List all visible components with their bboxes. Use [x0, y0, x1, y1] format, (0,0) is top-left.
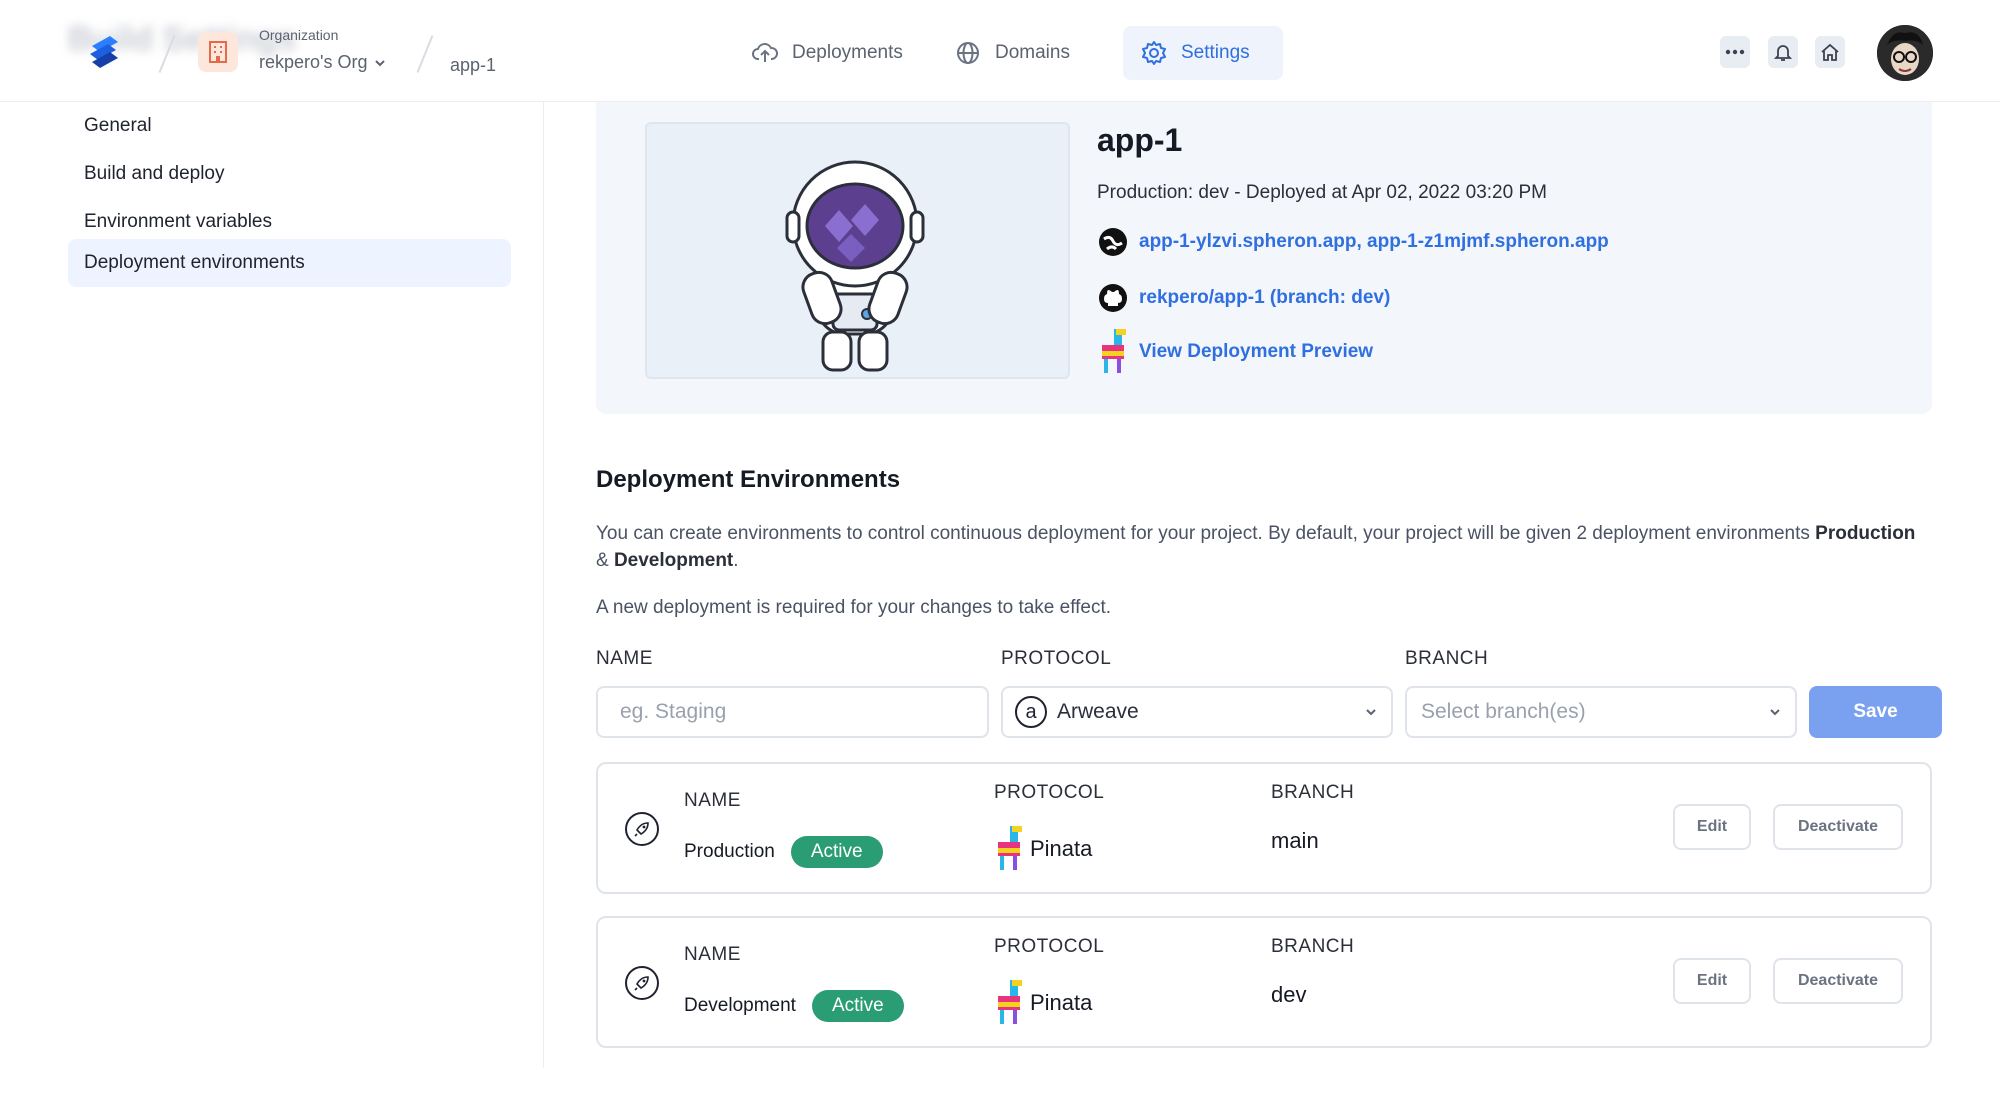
globe-icon — [957, 42, 979, 64]
env-protocol-header: PROTOCOL — [994, 782, 1105, 803]
environment-card-development: NAME Development Active PROTOCOL Pinata … — [596, 916, 1932, 1048]
pinata-llama-icon — [998, 980, 1022, 1024]
project-title: app-1 — [1097, 122, 1183, 158]
gear-icon — [1142, 41, 1166, 65]
ampersand: & — [596, 550, 614, 571]
env-branch: dev — [1271, 982, 1307, 1007]
protocol-select[interactable]: a Arweave — [1001, 686, 1393, 738]
rocket-icon — [625, 812, 659, 846]
deactivate-button[interactable]: Deactivate — [1773, 958, 1903, 1004]
edit-button[interactable]: Edit — [1673, 958, 1751, 1004]
tab-label: Deployments — [792, 42, 903, 63]
env-name: Production Active — [684, 836, 883, 868]
section-note: A new deployment is required for your ch… — [596, 597, 1112, 618]
org-caption: Organization — [259, 27, 339, 43]
tab-domains[interactable]: Domains — [937, 26, 1088, 80]
home-icon — [1821, 43, 1839, 61]
home-button[interactable] — [1815, 36, 1845, 68]
building-icon — [198, 32, 238, 72]
env-protocol-text: Pinata — [1030, 836, 1093, 861]
env-protocol: Pinata — [994, 980, 1092, 1026]
breadcrumb-separator — [416, 35, 434, 73]
notifications-button[interactable] — [1768, 36, 1798, 68]
tab-label: Settings — [1181, 42, 1250, 63]
chevron-down-icon — [1770, 709, 1780, 716]
env-protocol: Pinata — [994, 826, 1092, 872]
environment-card-production: NAME Production Active PROTOCOL Pinata B… — [596, 762, 1932, 894]
production-word: Production — [1815, 523, 1916, 544]
env-name-text: Production — [684, 841, 775, 862]
section-description: You can create environments to control c… — [596, 520, 1926, 574]
protocol-label: PROTOCOL — [1001, 648, 1112, 669]
top-bar: Build Settings Organization rekpero's Or… — [0, 0, 2000, 102]
env-branch-header: BRANCH — [1271, 782, 1355, 803]
spheron-logo-icon[interactable] — [84, 32, 124, 72]
description-text: You can create environments to control c… — [596, 523, 1816, 544]
user-avatar[interactable] — [1877, 25, 1933, 81]
branch-label: BRANCH — [1405, 648, 1489, 669]
pinata-llama-icon — [998, 826, 1022, 870]
avatar-image — [1877, 25, 1933, 81]
rocket-icon — [625, 966, 659, 1000]
env-name: Development Active — [684, 990, 904, 1022]
deployment-preview-link[interactable]: View Deployment Preview — [1097, 329, 1374, 373]
preview-text: View Deployment Preview — [1139, 341, 1374, 362]
domain-globe-icon — [1097, 226, 1129, 258]
org-switcher[interactable]: rekpero's Org — [259, 52, 387, 73]
tab-deployments[interactable]: Deployments — [734, 26, 921, 80]
branch-placeholder: Select branch(es) — [1421, 700, 1586, 723]
sidebar-item-build-and-deploy[interactable]: Build and deploy — [68, 150, 511, 198]
env-branch-header: BRANCH — [1271, 936, 1355, 957]
env-name-header: NAME — [684, 790, 741, 811]
project-overview-card: app-1 Production: dev - Deployed at Apr … — [596, 102, 1932, 414]
arweave-icon: a — [1015, 696, 1047, 728]
sidebar-item-general[interactable]: General — [68, 102, 511, 150]
status-badge: Active — [790, 836, 883, 868]
domains-text: app-1-ylzvi.spheron.app, app-1-z1mjmf.sp… — [1139, 231, 1609, 252]
chevron-down-icon — [1366, 709, 1376, 716]
edit-button[interactable]: Edit — [1673, 804, 1751, 850]
github-icon — [1097, 282, 1129, 314]
repository-text: rekpero/app-1 (branch: dev) — [1139, 287, 1391, 308]
development-word: Development — [613, 550, 734, 571]
env-name-text: Development — [684, 995, 796, 1016]
status-badge: Active — [811, 990, 904, 1022]
pinata-llama-icon — [1097, 329, 1129, 373]
period: . — [733, 550, 739, 571]
more-options-button[interactable] — [1720, 36, 1750, 68]
cloud-upload-icon — [752, 43, 778, 62]
save-button[interactable]: Save — [1809, 686, 1942, 738]
env-name-input[interactable]: eg. Staging — [596, 686, 989, 738]
chevron-down-icon — [375, 59, 386, 66]
tab-label: Domains — [995, 42, 1070, 63]
section-title: Deployment Environments — [596, 466, 901, 493]
env-name-header: NAME — [684, 944, 741, 965]
name-label: NAME — [596, 648, 653, 669]
sidebar-item-deployment-environments[interactable]: Deployment environments — [68, 239, 511, 287]
deactivate-button[interactable]: Deactivate — [1773, 804, 1903, 850]
bell-icon — [1774, 45, 1792, 61]
deployment-meta: Production: dev - Deployed at Apr 02, 20… — [1097, 182, 1547, 203]
protocol-select-value: Arweave — [1057, 700, 1139, 723]
env-protocol-header: PROTOCOL — [994, 936, 1105, 957]
branch-select[interactable]: Select branch(es) — [1405, 686, 1797, 738]
domains-link[interactable]: app-1-ylzvi.spheron.app, app-1-z1mjmf.sp… — [1097, 226, 1609, 258]
more-dots-icon — [1725, 49, 1745, 55]
astronaut-illustration — [645, 122, 1070, 379]
repository-link[interactable]: rekpero/app-1 (branch: dev) — [1097, 282, 1390, 314]
env-branch: main — [1271, 828, 1319, 853]
settings-sidebar: General Build and deploy Environment var… — [0, 102, 544, 1068]
org-name: rekpero's Org — [259, 52, 368, 72]
env-protocol-text: Pinata — [1030, 990, 1093, 1015]
env-name-placeholder: eg. Staging — [620, 700, 727, 723]
breadcrumb-project[interactable]: app-1 — [450, 55, 496, 76]
tab-settings[interactable]: Settings — [1123, 26, 1283, 80]
